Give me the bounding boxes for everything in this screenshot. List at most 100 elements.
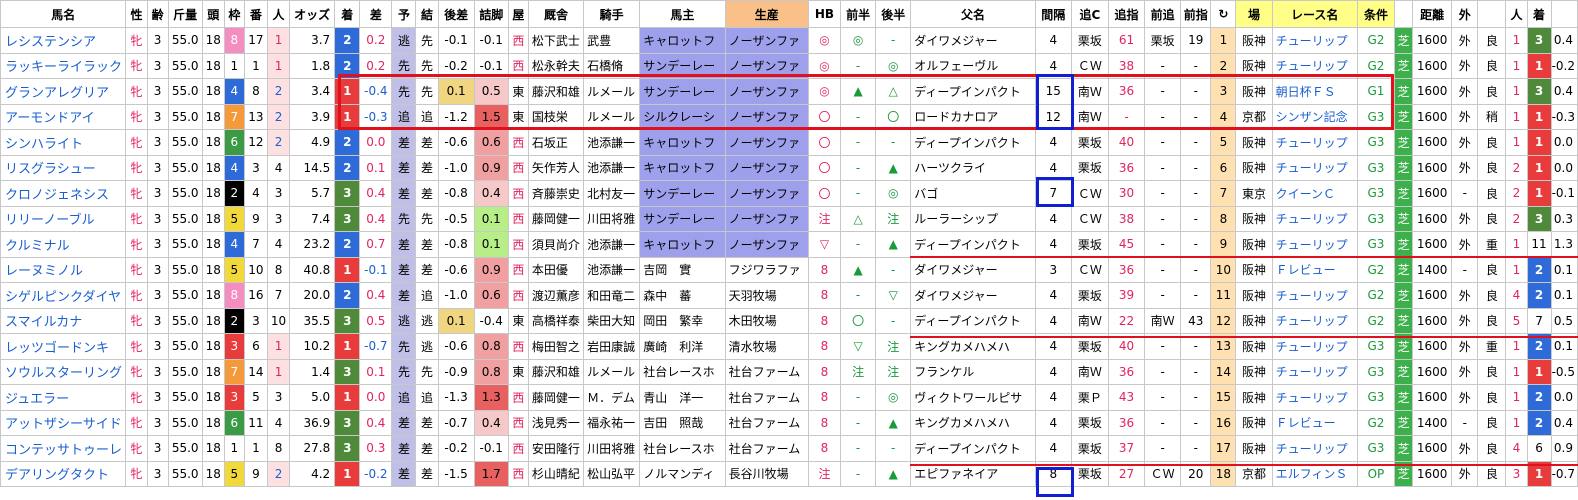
cell-25: 栗坂: [1070, 409, 1110, 436]
column-header-24[interactable]: 間隔: [1034, 0, 1072, 28]
column-header-14[interactable]: 詰脚: [473, 0, 509, 28]
column-header-26[interactable]: 追指: [1107, 0, 1146, 28]
cell-0[interactable]: レッツゴードンキ: [0, 333, 127, 360]
cell-3: 55.0: [167, 333, 203, 360]
table-row[interactable]: シンハライト牝 3 55.0 18 6 12 2 4.9 2 0.0 差差 -0.6 0.6 西石坂正 池添…: [0, 129, 1578, 156]
cell-0[interactable]: ラッキーライラック: [0, 52, 127, 79]
table-row[interactable]: シゲルピンクダイヤ牝 3 55.0 18 8 16 7 20.0 2 0.4 差追 -1.0 0.6 西渡…: [0, 282, 1578, 309]
cell-31[interactable]: チューリップ: [1271, 358, 1358, 385]
cell-31[interactable]: チューリップ: [1271, 384, 1358, 411]
cell-0[interactable]: アットザシーサイド: [0, 409, 127, 436]
cell-31[interactable]: チューリップ: [1271, 129, 1358, 156]
column-header-39[interactable]: [1550, 0, 1578, 28]
cell-7: 8: [266, 256, 291, 283]
column-header-17[interactable]: 騎手: [583, 0, 641, 28]
column-header-2[interactable]: 齢: [146, 0, 169, 28]
cell-31[interactable]: チューリップ: [1271, 205, 1358, 232]
cell-31[interactable]: チューリップ: [1271, 27, 1358, 54]
column-header-8[interactable]: オッズ: [289, 0, 336, 28]
column-header-35[interactable]: 外: [1451, 0, 1479, 28]
cell-31[interactable]: チューリップ: [1271, 307, 1358, 334]
cell-4: 18: [201, 231, 225, 258]
cell-37: 1: [1505, 52, 1528, 79]
cell-0[interactable]: リリーノーブル: [0, 205, 127, 232]
column-header-6[interactable]: 番: [243, 0, 268, 28]
cell-33: 芝: [1394, 205, 1414, 232]
column-header-11[interactable]: 予: [391, 0, 417, 28]
cell-19: 清水牧場: [724, 333, 809, 360]
cell-0[interactable]: クロノジェネシス: [0, 180, 127, 207]
cell-0[interactable]: グランアレグリア: [0, 78, 127, 105]
column-header-10[interactable]: 差: [359, 0, 393, 28]
column-header-29[interactable]: ↻: [1210, 0, 1237, 28]
table-row[interactable]: レーヌミノル牝 3 55.0 18 5 10 8 40.8 1 -0.1 差差 -0.6 0.9 西本田優…: [0, 256, 1578, 283]
table-row[interactable]: ジュエラー牝 3 55.0 18 3 5 3 5.0 1 0.0 追追 -1.3 1.3 西藤岡健一 Ｍ．デ…: [0, 384, 1578, 411]
cell-32: G2: [1356, 282, 1396, 309]
column-header-28[interactable]: 前指: [1180, 0, 1212, 28]
column-header-16[interactable]: 厩舎: [527, 0, 585, 28]
column-header-27[interactable]: 前追: [1144, 0, 1182, 28]
column-header-37[interactable]: 人: [1505, 0, 1528, 28]
column-header-21[interactable]: 前半: [840, 0, 877, 28]
column-header-33[interactable]: [1394, 0, 1414, 28]
column-header-34[interactable]: 距離: [1412, 0, 1453, 28]
cell-4: 18: [201, 52, 225, 79]
column-header-22[interactable]: 後半: [875, 0, 912, 28]
cell-18: 社台レースホ: [639, 435, 726, 462]
cell-0[interactable]: シンハライト: [0, 129, 127, 156]
column-header-0[interactable]: 馬名: [0, 0, 127, 28]
table-row[interactable]: レシステンシア牝 3 55.0 18 8 17 1 3.7 2 0.2 逃先 -0.1 -0.1 西松下武…: [0, 27, 1578, 54]
cell-31[interactable]: チューリップ: [1271, 435, 1358, 462]
column-header-20[interactable]: HB: [807, 0, 842, 28]
column-header-31[interactable]: レース名: [1271, 0, 1358, 28]
column-header-18[interactable]: 馬主: [639, 0, 726, 28]
column-header-5[interactable]: 枠: [223, 0, 245, 28]
column-header-38[interactable]: 着: [1526, 0, 1552, 28]
cell-0[interactable]: シゲルピンクダイヤ: [0, 282, 127, 309]
cell-0[interactable]: スマイルカナ: [0, 307, 127, 334]
cell-16: 高橋祥泰: [527, 307, 585, 334]
table-row[interactable]: スマイルカナ牝 3 55.0 18 2 3 10 35.5 3 0.5 逃逃 0.1 -0.4 東高橋祥泰…: [0, 307, 1578, 334]
cell-0[interactable]: デアリングタクト: [0, 460, 127, 487]
column-header-30[interactable]: 場: [1235, 0, 1273, 28]
table-row[interactable]: リスグラシュー牝 3 55.0 18 4 3 4 14.5 2 0.1 差差 -1.0 0.9 西矢作芳人…: [0, 154, 1578, 181]
column-header-4[interactable]: 頭: [201, 0, 225, 28]
cell-31[interactable]: Ｆレビュー: [1271, 409, 1358, 436]
table-row[interactable]: アットザシーサイド牝 3 55.0 18 6 11 4 36.9 3 0.4 差差 -0.7 0.4 西浅…: [0, 409, 1578, 436]
cell-0[interactable]: ジュエラー: [0, 384, 127, 411]
table-row[interactable]: リリーノーブル牝 3 55.0 18 5 9 3 7.4 3 0.4 先先 -0.5 0.1 西藤岡健一川…: [0, 205, 1578, 232]
table-row[interactable]: クルミナル牝 3 55.0 18 4 7 4 23.2 2 0.7 差差 -0.8 0.1 西須貝尚介 池添…: [0, 231, 1578, 258]
column-header-7[interactable]: 人: [266, 0, 291, 28]
column-header-32[interactable]: 条件: [1356, 0, 1396, 28]
cell-0[interactable]: レーヌミノル: [0, 256, 127, 283]
column-header-36[interactable]: [1477, 0, 1507, 28]
cell-4: 18: [201, 205, 225, 232]
cell-31[interactable]: チューリップ: [1271, 154, 1358, 181]
column-header-12[interactable]: 結: [415, 0, 439, 28]
column-header-23[interactable]: 父名: [910, 0, 1036, 28]
cell-35: 外: [1451, 282, 1479, 309]
cell-0[interactable]: レシステンシア: [0, 27, 127, 54]
column-header-1[interactable]: 性: [125, 0, 148, 28]
cell-0[interactable]: リスグラシュー: [0, 154, 127, 181]
cell-8: 1.8: [289, 52, 336, 79]
column-header-3[interactable]: 斤量: [167, 0, 203, 28]
column-header-25[interactable]: 追C: [1070, 0, 1110, 28]
cell-31[interactable]: Ｆレビュー: [1271, 256, 1358, 283]
cell-33: 芝: [1394, 154, 1414, 181]
cell-31[interactable]: クイーンＣ: [1271, 180, 1358, 207]
cell-0[interactable]: ソウルスターリング: [0, 358, 127, 385]
column-header-19[interactable]: 生産: [724, 0, 809, 28]
table-row[interactable]: ソウルスターリング牝 3 55.0 18 7 14 1 1.4 3 0.1 先先 -0.9 0.8 東藤沢…: [0, 358, 1578, 385]
cell-0[interactable]: クルミナル: [0, 231, 127, 258]
cell-10: 0.5: [359, 307, 393, 334]
cell-31[interactable]: チューリップ: [1271, 231, 1358, 258]
table-row[interactable]: コンテッサトゥーレ牝 3 55.0 18 1 1 8 27.8 3 0.3 差差 -0.2 -0.1 西安…: [0, 435, 1578, 462]
cell-31[interactable]: チューリップ: [1271, 282, 1358, 309]
column-header-13[interactable]: 後差: [437, 0, 475, 28]
table-row[interactable]: クロノジェネシス牝 3 55.0 18 2 4 3 5.7 3 0.4 差差 -0.8 0.4 西斉藤崇史…: [0, 180, 1578, 207]
cell-0[interactable]: コンテッサトゥーレ: [0, 435, 127, 462]
column-header-15[interactable]: 屋: [507, 0, 529, 28]
column-header-9[interactable]: 着: [334, 0, 361, 28]
cell-0[interactable]: アーモンドアイ: [0, 103, 127, 130]
